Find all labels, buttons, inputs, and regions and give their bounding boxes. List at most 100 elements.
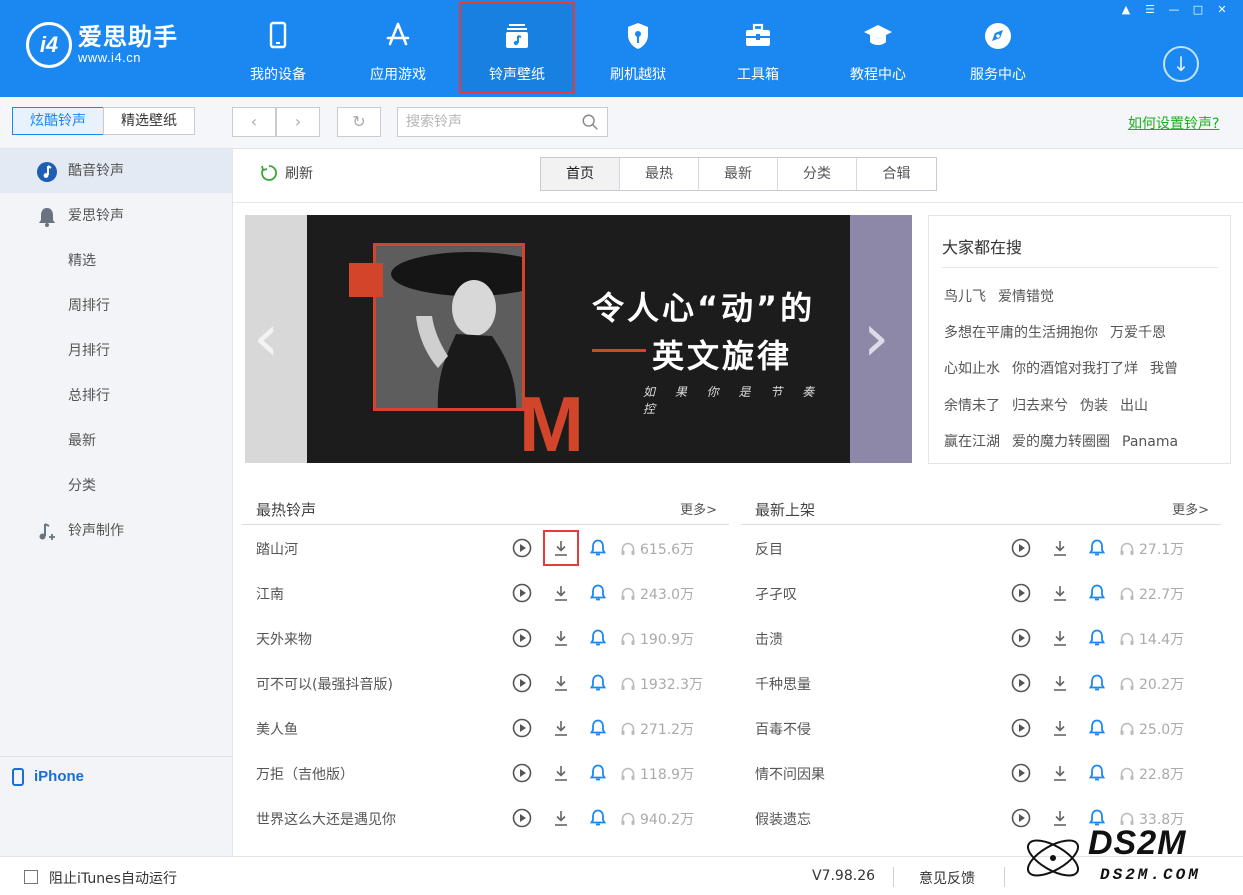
ringtone-row[interactable]: 天外来物 190.9万 — [242, 615, 729, 660]
set-ringtone-bell-icon[interactable] — [588, 763, 608, 783]
hot-search-term[interactable]: 心如止水 — [944, 361, 1000, 377]
menu-icon[interactable]: ☰ — [1140, 3, 1160, 17]
nav-apps-games[interactable]: 应用游戏 — [340, 2, 456, 94]
hot-search-term[interactable]: 爱的魔力转圈圈 — [1012, 434, 1110, 450]
tab-collection[interactable]: 合辑 — [857, 158, 936, 190]
download-icon[interactable] — [1050, 718, 1070, 738]
banner-next-arrow[interactable]: › — [863, 305, 889, 371]
ringtone-row[interactable]: 踏山河 615.6万 — [242, 525, 729, 570]
play-icon[interactable] — [512, 538, 532, 558]
how-to-set-ringtone-link[interactable]: 如何设置铃声? — [1128, 113, 1219, 133]
tab-home[interactable]: 首页 — [541, 158, 620, 190]
hot-search-term[interactable]: 多想在平庸的生活拥抱你 — [944, 325, 1098, 341]
ringtone-row[interactable]: 江南 243.0万 — [242, 570, 729, 615]
play-icon[interactable] — [1011, 628, 1031, 648]
download-icon[interactable] — [1050, 628, 1070, 648]
download-icon[interactable] — [1050, 673, 1070, 693]
ringtone-row[interactable]: 百毒不侵 25.0万 — [741, 705, 1221, 750]
tab-cool-ringtones[interactable]: 炫酷铃声 — [12, 107, 104, 135]
nav-service-center[interactable]: 服务中心 — [940, 2, 1056, 94]
set-ringtone-bell-icon[interactable] — [588, 808, 608, 828]
ringtone-row[interactable]: 反目 27.1万 — [741, 525, 1221, 570]
block-itunes-checkbox[interactable] — [24, 870, 38, 884]
reload-button[interactable]: ↻ — [337, 107, 381, 137]
download-icon[interactable] — [551, 808, 571, 828]
ringtone-row[interactable]: 孑孑叹 22.7万 — [741, 570, 1221, 615]
set-ringtone-bell-icon[interactable] — [1087, 538, 1107, 558]
sidebar-item-total-rank[interactable]: 总排行 — [0, 374, 232, 418]
set-ringtone-bell-icon[interactable] — [1087, 763, 1107, 783]
set-ringtone-bell-icon[interactable] — [1087, 673, 1107, 693]
hot-search-term[interactable]: 万爱千恩 — [1110, 325, 1166, 341]
set-ringtone-bell-icon[interactable] — [1087, 718, 1107, 738]
play-icon[interactable] — [1011, 763, 1031, 783]
play-icon[interactable] — [512, 583, 532, 603]
tab-category[interactable]: 分类 — [778, 158, 857, 190]
nav-ringtones-wallpapers[interactable]: 铃声壁纸 — [459, 2, 575, 94]
play-icon[interactable] — [1011, 718, 1031, 738]
set-ringtone-bell-icon[interactable] — [588, 673, 608, 693]
sidebar-item-ringtone-maker[interactable]: 铃声制作 — [0, 509, 232, 553]
ringtone-row[interactable]: 世界这么大还是遇见你 940.2万 — [242, 795, 729, 840]
nav-my-device[interactable]: 我的设备 — [220, 2, 336, 94]
set-ringtone-bell-icon[interactable] — [588, 628, 608, 648]
sidebar-item-category[interactable]: 分类 — [0, 464, 232, 508]
ringtone-row[interactable]: 美人鱼 271.2万 — [242, 705, 729, 750]
nav-flash-jailbreak[interactable]: 刷机越狱 — [580, 2, 696, 94]
feedback-link[interactable]: 意见反馈 — [919, 868, 975, 888]
download-icon[interactable] — [551, 673, 571, 693]
hot-search-term[interactable]: 余情未了 — [944, 398, 1000, 414]
download-icon[interactable] — [551, 538, 571, 558]
set-ringtone-bell-icon[interactable] — [1087, 628, 1107, 648]
play-icon[interactable] — [1011, 583, 1031, 603]
ringtone-row[interactable]: 万拒（吉他版） 118.9万 — [242, 750, 729, 795]
hot-search-term[interactable]: 鸟儿飞 — [944, 289, 986, 305]
play-icon[interactable] — [1011, 538, 1031, 558]
tab-hottest[interactable]: 最热 — [620, 158, 699, 190]
ringtone-row[interactable]: 情不问因果 22.8万 — [741, 750, 1221, 795]
banner-prev-arrow[interactable]: ‹ — [253, 305, 279, 371]
set-ringtone-bell-icon[interactable] — [588, 583, 608, 603]
download-icon[interactable] — [1050, 763, 1070, 783]
download-icon[interactable] — [1050, 583, 1070, 603]
download-icon[interactable] — [551, 763, 571, 783]
ringtone-row[interactable]: 击溃 14.4万 — [741, 615, 1221, 660]
set-ringtone-bell-icon[interactable] — [1087, 583, 1107, 603]
forward-button[interactable]: › — [276, 107, 320, 137]
more-link[interactable]: 更多> — [680, 499, 717, 518]
nav-tutorial-center[interactable]: 教程中心 — [820, 2, 936, 94]
maximize-icon[interactable]: □ — [1188, 3, 1208, 17]
sidebar-item-kuyin-ringtones[interactable]: 酷音铃声 — [0, 149, 232, 193]
set-ringtone-bell-icon[interactable] — [588, 718, 608, 738]
sidebar-item-featured[interactable]: 精选 — [0, 239, 232, 283]
set-ringtone-bell-icon[interactable] — [588, 538, 608, 558]
shirt-icon[interactable]: ▲ — [1116, 3, 1136, 17]
hot-search-term[interactable]: Panama — [1122, 434, 1178, 450]
close-icon[interactable]: ✕ — [1212, 3, 1232, 17]
download-icon[interactable] — [1050, 538, 1070, 558]
play-icon[interactable] — [1011, 673, 1031, 693]
play-icon[interactable] — [512, 763, 532, 783]
download-icon[interactable] — [551, 583, 571, 603]
ringtone-row[interactable]: 可不可以(最强抖音版) 1932.3万 — [242, 660, 729, 705]
hot-search-term[interactable]: 爱情错觉 — [998, 289, 1054, 305]
sidebar-item-weekly-rank[interactable]: 周排行 — [0, 284, 232, 328]
tab-newest[interactable]: 最新 — [699, 158, 778, 190]
play-icon[interactable] — [512, 718, 532, 738]
back-button[interactable]: ‹ — [232, 107, 276, 137]
promo-banner[interactable]: M 令人心“动”的 英文旋律 如 果 你 是 节 奏 控 ‹ › — [245, 215, 912, 463]
hot-search-term[interactable]: 伪装 — [1080, 398, 1108, 414]
download-manager-icon[interactable]: ↓ — [1163, 46, 1199, 82]
hot-search-term[interactable]: 归去来兮 — [1012, 398, 1068, 414]
play-icon[interactable] — [512, 673, 532, 693]
sidebar-item-i4-ringtones[interactable]: 爱思铃声 — [0, 194, 232, 238]
play-icon[interactable] — [512, 628, 532, 648]
download-icon[interactable] — [551, 718, 571, 738]
hot-search-term[interactable]: 我曾 — [1150, 361, 1178, 377]
hot-search-term[interactable]: 你的酒馆对我打了烊 — [1012, 361, 1138, 377]
refresh-button[interactable]: 刷新 — [259, 163, 313, 183]
device-iphone[interactable]: iPhone — [0, 756, 232, 796]
play-icon[interactable] — [512, 808, 532, 828]
more-link[interactable]: 更多> — [1172, 499, 1209, 518]
tab-featured-wallpapers[interactable]: 精选壁纸 — [103, 107, 195, 135]
